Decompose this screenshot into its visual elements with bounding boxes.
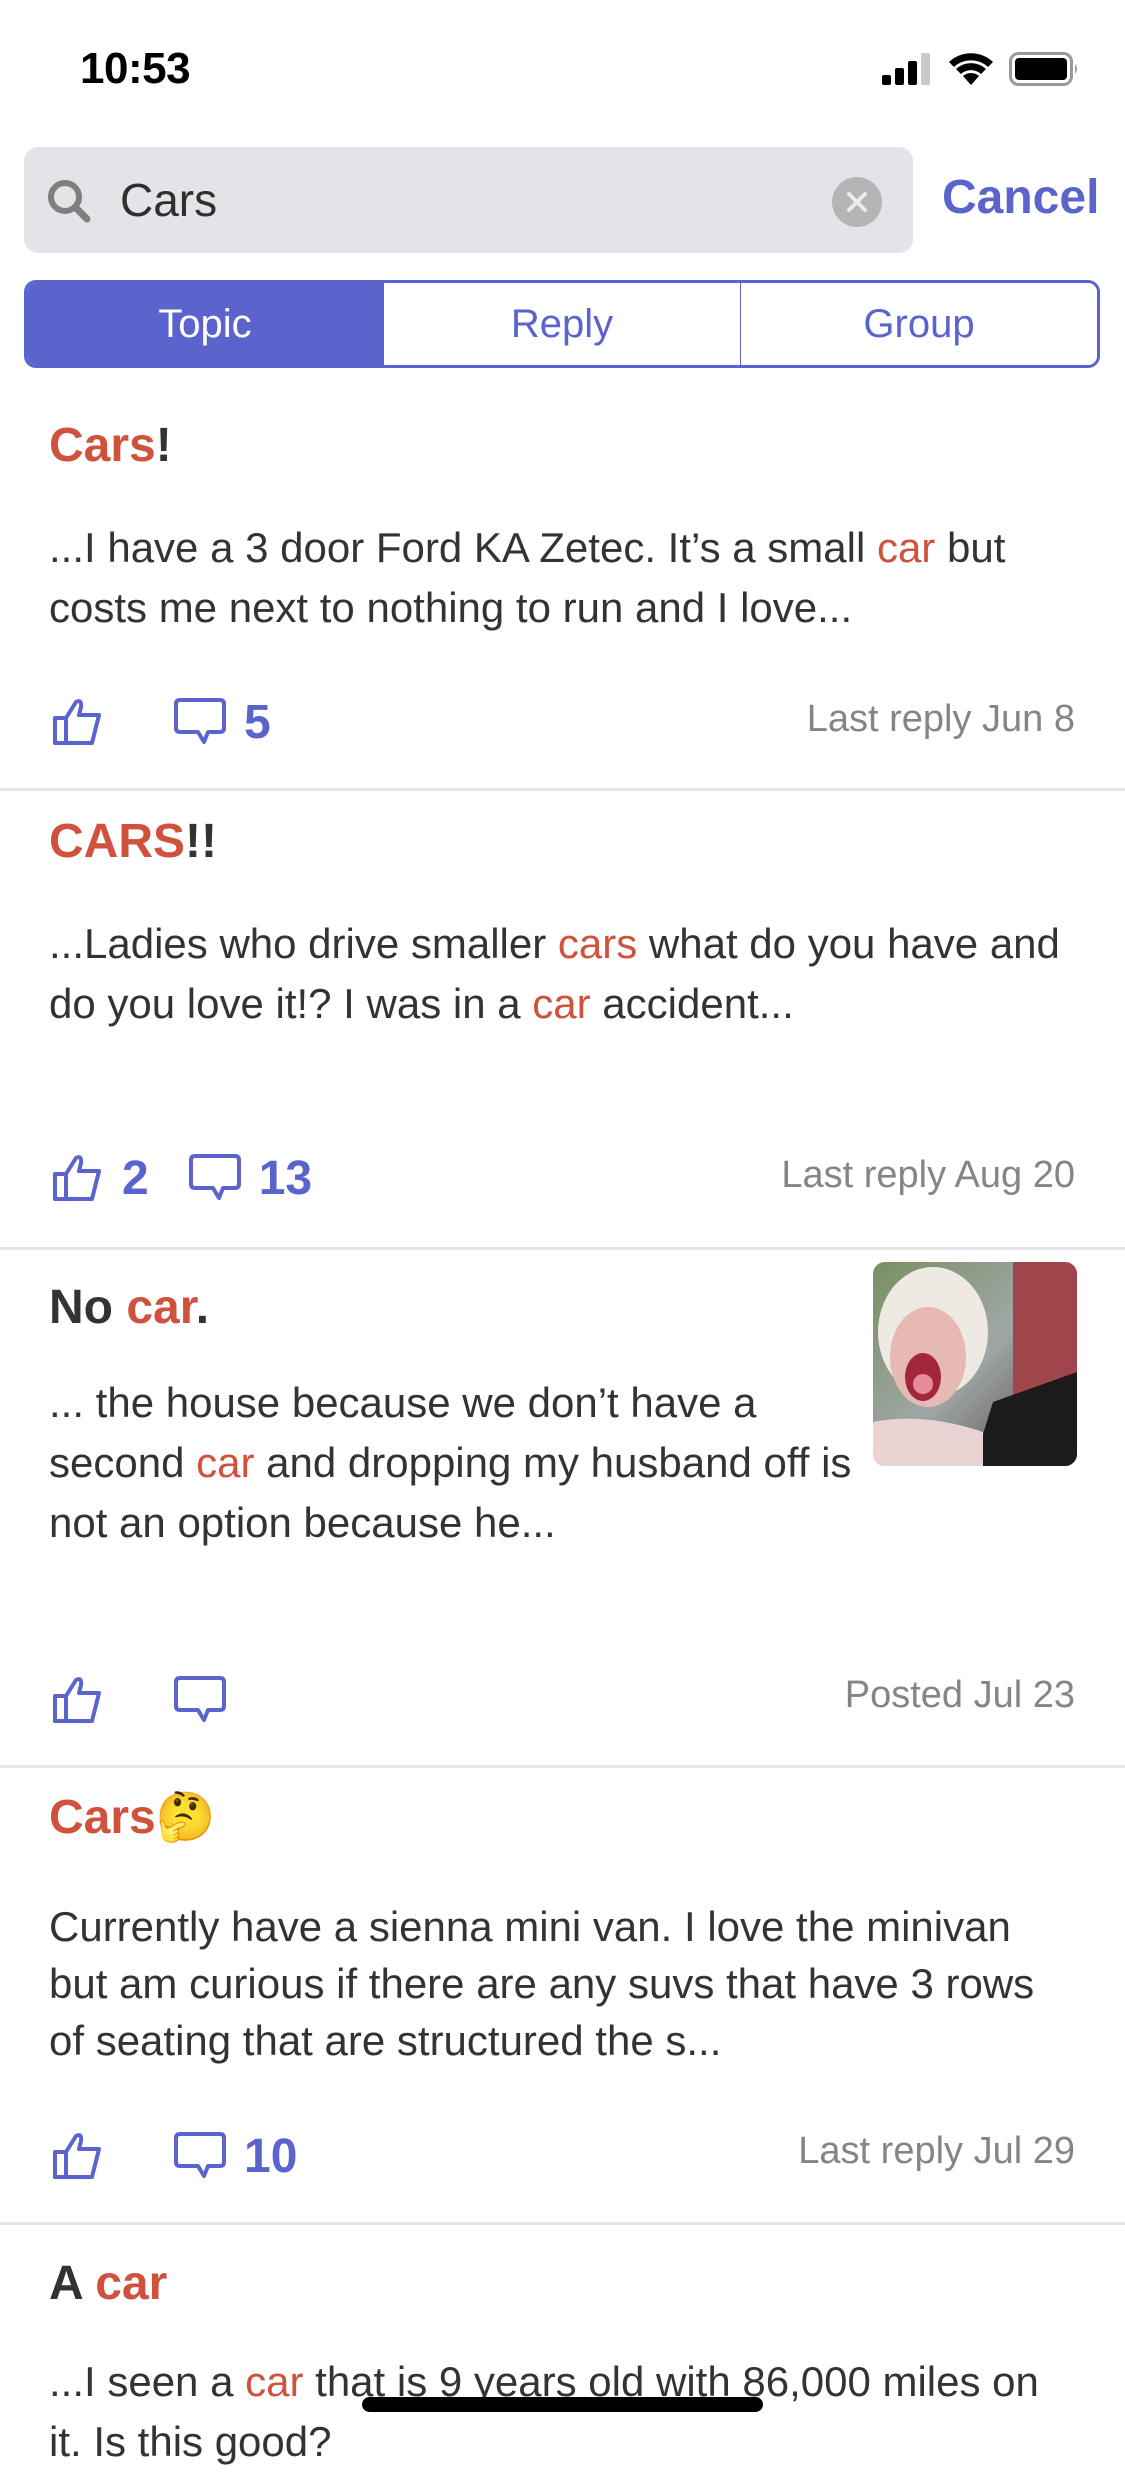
comment-count: 10 (244, 2129, 298, 2183)
like-button[interactable]: 2 (52, 1151, 149, 1206)
cancel-button[interactable]: Cancel (942, 170, 1099, 225)
status-time: 10:53 (80, 44, 191, 93)
post-title[interactable]: Cars🤔 (49, 1788, 216, 1845)
thumbs-up-icon (53, 1155, 101, 1201)
clear-search-button[interactable] (832, 177, 882, 227)
post-excerpt: ...I seen a car that is 9 years old with… (49, 2352, 1079, 2472)
divider (0, 788, 1125, 791)
search-highlight: cars (557, 920, 638, 967)
divider (0, 1247, 1125, 1250)
search-highlight: Cars (49, 1791, 156, 1844)
posted-date: Posted Jul 23 (844, 1674, 1075, 1716)
clear-icon (847, 192, 867, 212)
search-highlight: car (532, 980, 591, 1027)
post-excerpt: ... the house because we don’t have a se… (49, 1373, 859, 1553)
search-highlight: car (126, 1281, 196, 1334)
last-reply-date: Last reply Jun 8 (806, 698, 1075, 740)
home-indicator[interactable] (362, 2397, 763, 2412)
text-segment: 🤔 (155, 1791, 216, 1844)
comment-button[interactable] (174, 1676, 226, 1724)
post-title[interactable]: Cars! (49, 418, 172, 473)
thumbs-up-icon (53, 1677, 101, 1723)
text-segment: ...I have a 3 door Ford KA Zetec. It’s a… (49, 524, 877, 571)
post-title[interactable]: A car (49, 2256, 167, 2311)
last-reply-date: Last reply Jul 29 (798, 2130, 1075, 2172)
tab-topic[interactable]: Topic (27, 283, 383, 365)
comment-button[interactable]: 5 (174, 695, 271, 750)
thumbs-up-icon (53, 699, 101, 745)
post-thumbnail[interactable] (873, 1262, 1077, 1466)
like-button[interactable] (52, 698, 104, 746)
comment-button[interactable]: 10 (174, 2129, 297, 2184)
wifi-icon (949, 53, 993, 85)
text-segment: ...Ladies who drive smaller (49, 920, 558, 967)
post-excerpt: ...Ladies who drive smaller cars what do… (49, 914, 1079, 1034)
comment-count: 13 (258, 1151, 313, 1205)
comment-icon (188, 1154, 241, 1200)
search-highlight: car (876, 524, 936, 571)
search-highlight: Cars (49, 419, 156, 472)
like-count: 2 (122, 1151, 149, 1205)
search-highlight: car (196, 1439, 255, 1486)
thumbs-up-icon (53, 2133, 101, 2179)
text-segment: A (49, 2257, 96, 2310)
tab-reply[interactable]: Reply (383, 283, 740, 365)
search-highlight: CARS (49, 815, 186, 868)
post-title[interactable]: CARS!! (49, 814, 217, 869)
text-segment: !! (185, 815, 217, 868)
text-segment: accident... (590, 980, 794, 1027)
search-input[interactable] (120, 160, 800, 240)
like-button[interactable] (52, 1676, 104, 1724)
tab-group[interactable]: Group (740, 283, 1097, 365)
like-button[interactable] (52, 2132, 104, 2180)
search-highlight: car (245, 2358, 304, 2405)
post-excerpt: Currently have a sienna mini van. I love… (49, 1898, 1079, 2069)
comment-icon (174, 698, 226, 744)
text-segment: No (49, 1281, 127, 1334)
comment-icon (174, 1676, 226, 1722)
post-title[interactable]: No car. (49, 1280, 209, 1335)
text-segment: . (195, 1281, 210, 1334)
post-excerpt: ...I have a 3 door Ford KA Zetec. It’s a… (49, 518, 1079, 638)
comment-icon (174, 2132, 226, 2178)
thumbnail-image (873, 1262, 1077, 1466)
search-highlight: car (95, 2257, 168, 2310)
search-icon (48, 180, 91, 223)
comment-button[interactable]: 13 (188, 1151, 313, 1206)
search-scope-segmented-control: Topic Reply Group (24, 280, 1100, 368)
divider (0, 2222, 1125, 2225)
battery-icon (1009, 52, 1077, 86)
divider (0, 1765, 1125, 1768)
text-segment: ! (155, 419, 172, 472)
text-segment: Currently have a sienna mini van. I love… (49, 1903, 1035, 2064)
last-reply-date: Last reply Aug 20 (781, 1154, 1075, 1196)
comment-count: 5 (244, 695, 271, 749)
text-segment: ...I seen a (49, 2358, 246, 2405)
cellular-signal-icon (882, 53, 930, 85)
